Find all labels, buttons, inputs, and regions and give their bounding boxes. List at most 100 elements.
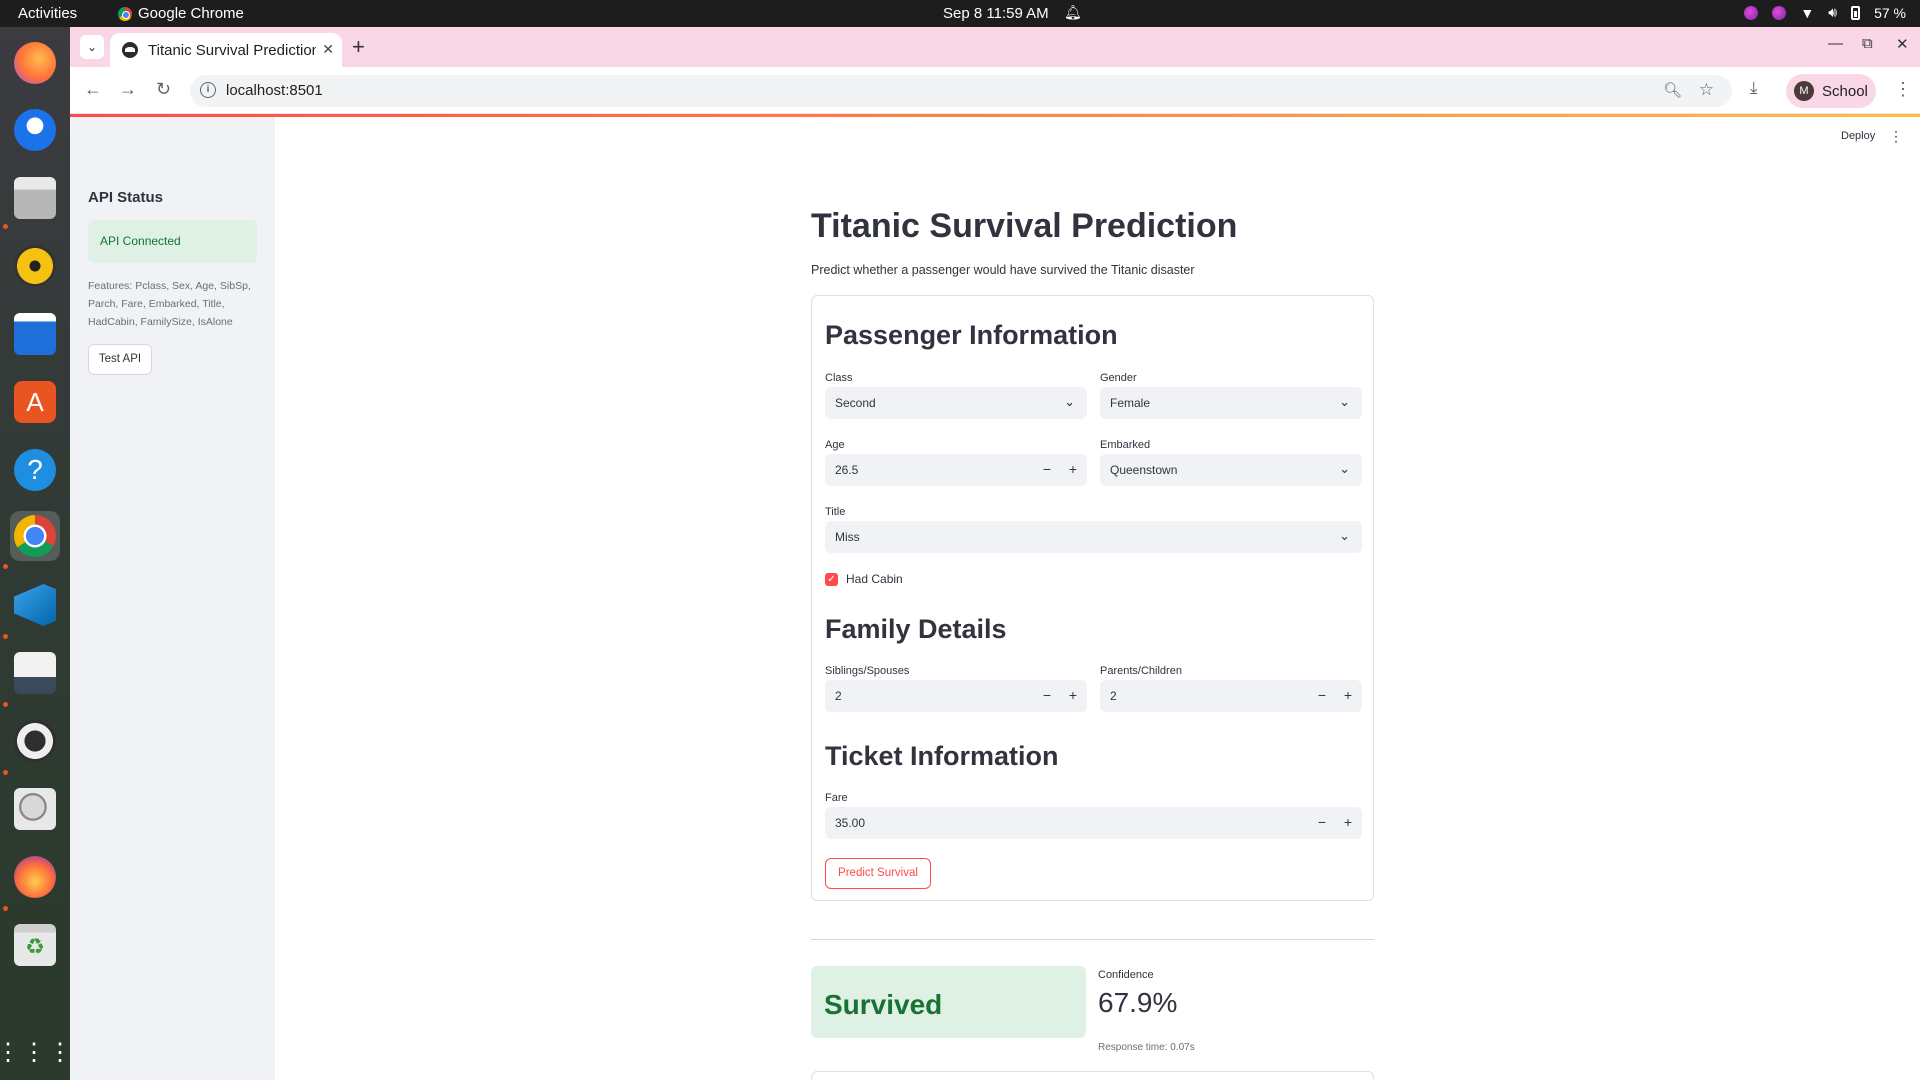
class-value: Second [835, 396, 876, 410]
help-icon: ? [14, 449, 56, 491]
fare-decrement-button[interactable]: − [1318, 814, 1326, 830]
browser-toolbar: ← → ↻ i localhost:8501 🔍︎ ☆ ⤓ M School ⋮ [70, 67, 1920, 114]
age-number-input[interactable]: 26.5 − + [825, 454, 1087, 486]
site-info-icon[interactable]: i [200, 82, 216, 98]
download-icon[interactable]: ⤓ [1750, 78, 1758, 98]
rhythmbox-launcher[interactable] [10, 241, 60, 291]
battery-percentage: 57 % [1874, 4, 1906, 21]
deploy-button[interactable]: Deploy [1841, 130, 1875, 142]
running-indicator [3, 702, 8, 707]
vscode-launcher[interactable] [10, 580, 60, 630]
vscode-icon [14, 584, 56, 626]
app-indicator-icon [1772, 5, 1787, 20]
running-indicator [3, 906, 8, 911]
url-text[interactable]: localhost:8501 [226, 82, 323, 99]
battery-icon [1851, 5, 1861, 20]
chevron-down-icon: ⌄ [1339, 394, 1350, 409]
back-arrow-icon[interactable]: ← [84, 79, 102, 100]
tab-search-button[interactable]: ⌄ [80, 35, 104, 59]
siblings-decrement-button[interactable]: − [1043, 687, 1051, 703]
forward-arrow-icon[interactable]: → [119, 79, 137, 100]
app-center-icon: A [14, 381, 56, 423]
flame-app-icon [14, 856, 56, 898]
close-window-button[interactable]: ✕ [1896, 35, 1909, 53]
parents-increment-button[interactable]: + [1344, 687, 1352, 703]
siblings-value: 2 [835, 689, 842, 703]
api-status-heading: API Status [88, 189, 164, 206]
document-viewer-icon [14, 652, 56, 694]
tab-title: Titanic Survival Prediction [148, 41, 316, 59]
embarked-select[interactable]: Queenstown ⌄ [1100, 454, 1362, 486]
trash-icon: ♻ [14, 924, 56, 966]
help-launcher[interactable]: ? [10, 445, 60, 495]
age-increment-button[interactable]: + [1069, 461, 1077, 477]
confidence-label: Confidence [1098, 969, 1154, 981]
page-subtitle: Predict whether a passenger would have s… [811, 263, 1195, 277]
app-sidebar: API Status API Connected Features: Pclas… [70, 117, 275, 1080]
chevron-down-icon: ⌄ [1339, 528, 1350, 543]
image-viewer-launcher[interactable] [10, 784, 60, 834]
divider [811, 939, 1374, 940]
checkmark-icon: ✓ [825, 572, 838, 586]
next-section-container [811, 1071, 1374, 1080]
rhythmbox-icon [14, 245, 56, 287]
app-header-decoration [70, 114, 1920, 117]
firefox-developer-launcher[interactable] [10, 852, 60, 902]
firefox-launcher[interactable] [10, 38, 60, 88]
active-app-indicator[interactable]: Google Chrome [118, 5, 244, 22]
browser-tab[interactable]: Titanic Survival Prediction ✕ [110, 33, 342, 67]
restore-window-button[interactable]: ⧉ [1862, 35, 1873, 52]
response-time: Response time: 0.07s [1098, 1042, 1195, 1053]
activities-button[interactable]: Activities [18, 5, 77, 22]
new-tab-button[interactable]: + [352, 34, 365, 60]
parents-number-input[interactable]: 2 − + [1100, 680, 1362, 712]
thunderbird-launcher[interactable] [10, 105, 60, 155]
app-menu-icon[interactable]: ⋮ [1889, 128, 1903, 145]
had-cabin-checkbox[interactable]: ✓ Had Cabin [825, 572, 903, 586]
firefox-icon [14, 42, 56, 84]
software-launcher[interactable]: A [10, 377, 60, 427]
siblings-increment-button[interactable]: + [1069, 687, 1077, 703]
title-value: Miss [835, 530, 860, 544]
reload-icon[interactable]: ↻ [156, 79, 171, 100]
settings-launcher[interactable] [10, 716, 60, 766]
prediction-outcome: Survived [824, 989, 943, 1020]
minimize-window-button[interactable]: — [1828, 35, 1843, 52]
files-launcher[interactable] [10, 173, 60, 223]
age-decrement-button[interactable]: − [1043, 461, 1051, 477]
title-select[interactable]: Miss ⌄ [825, 521, 1362, 553]
test-api-button[interactable]: Test API [88, 344, 152, 375]
class-label: Class [825, 372, 853, 384]
embarked-value: Queenstown [1110, 463, 1178, 477]
show-apps-button[interactable]: ⋮⋮⋮ [0, 1028, 72, 1078]
chevron-down-icon: ⌄ [1064, 394, 1075, 409]
running-indicator [3, 634, 8, 639]
system-tray[interactable]: ▼ 🔊︎ 57 % [1744, 4, 1906, 21]
zoom-icon[interactable]: 🔍︎ [1663, 81, 1682, 99]
parents-decrement-button[interactable]: − [1318, 687, 1326, 703]
chrome-icon [14, 515, 56, 557]
confidence-value: 67.9% [1098, 987, 1178, 1018]
page-title: Titanic Survival Prediction [811, 207, 1238, 245]
document-viewer-launcher[interactable] [10, 648, 60, 698]
gender-select[interactable]: Female ⌄ [1100, 387, 1362, 419]
clock[interactable]: Sep 8 11:59 AM [943, 5, 1049, 22]
close-tab-icon[interactable]: ✕ [322, 41, 334, 58]
had-cabin-label: Had Cabin [846, 572, 903, 586]
writer-launcher[interactable] [10, 309, 60, 359]
profile-button[interactable]: M School [1786, 74, 1876, 108]
gender-label: Gender [1100, 372, 1137, 384]
running-indicator [3, 770, 8, 775]
siblings-number-input[interactable]: 2 − + [825, 680, 1087, 712]
address-bar[interactable]: i localhost:8501 🔍︎ ☆ [190, 75, 1732, 107]
ticket-info-heading: Ticket Information [825, 741, 1059, 771]
browser-menu-icon[interactable]: ⋮ [1894, 79, 1912, 100]
class-select[interactable]: Second ⌄ [825, 387, 1087, 419]
bookmark-star-icon[interactable]: ☆ [1699, 80, 1714, 100]
chrome-launcher[interactable] [10, 511, 60, 561]
trash-launcher[interactable]: ♻ [10, 920, 60, 970]
fare-number-input[interactable]: 35.00 − + [825, 807, 1362, 839]
fare-increment-button[interactable]: + [1344, 814, 1352, 830]
files-icon [14, 177, 56, 219]
predict-survival-button[interactable]: Predict Survival [825, 858, 931, 889]
